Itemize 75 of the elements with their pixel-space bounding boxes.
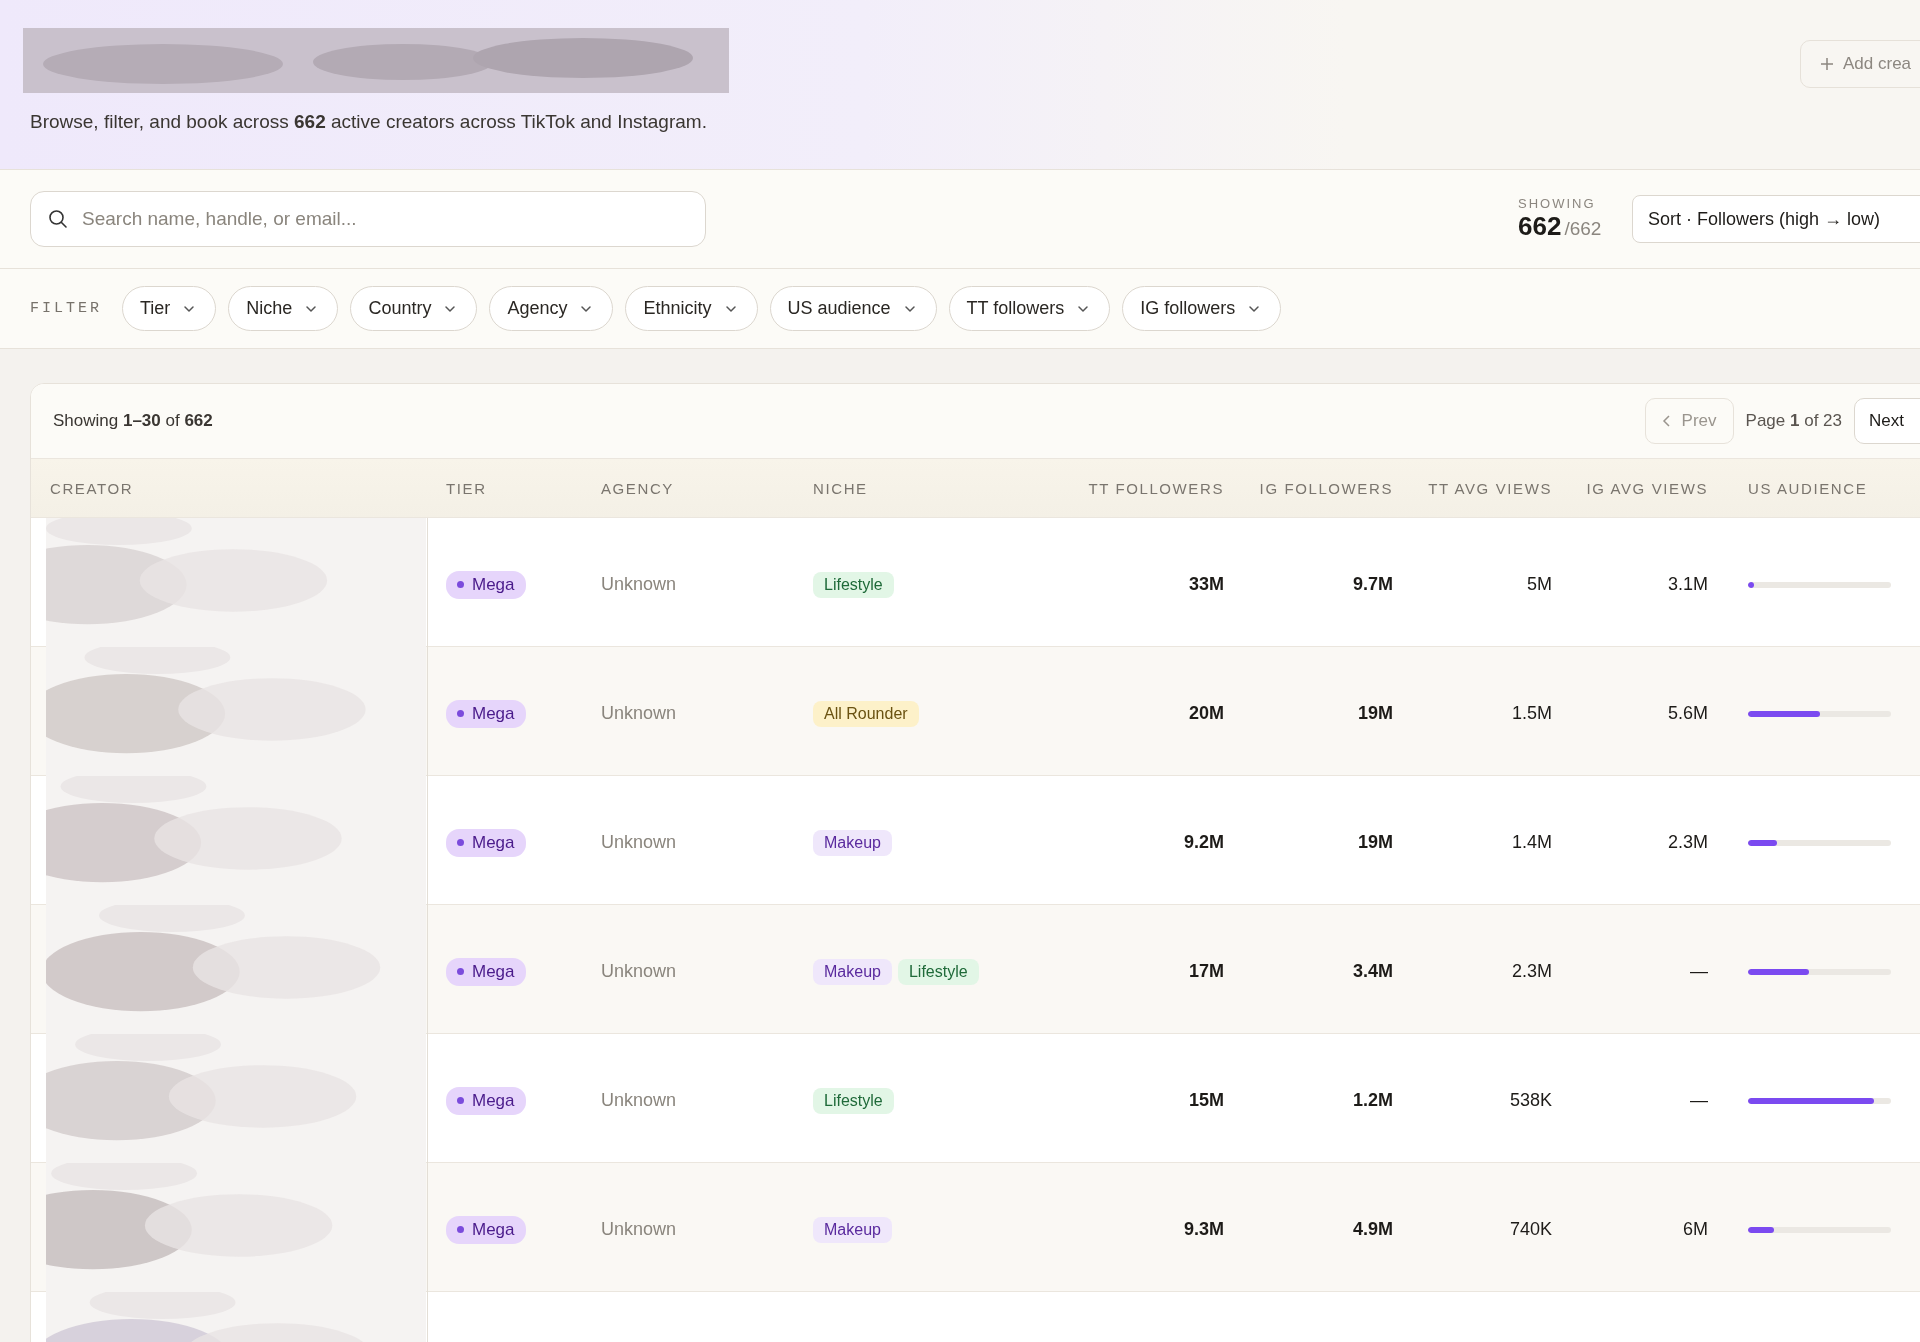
- showing-label: SHOWING: [1518, 196, 1597, 211]
- column-header[interactable]: CREATOR: [50, 479, 134, 497]
- plus-icon: [1819, 56, 1835, 72]
- column-header[interactable]: TIER: [446, 479, 487, 497]
- tier-badge: Mega: [446, 699, 526, 728]
- filter-chip[interactable]: IG followers: [1122, 286, 1282, 331]
- ig-followers-cell: 19M: [1358, 832, 1393, 853]
- niche-tag: Lifestyle: [897, 958, 979, 985]
- results-summary: Showing 1–30 of 662: [53, 411, 213, 431]
- column-header[interactable]: NICHE: [813, 479, 868, 497]
- niche-tag: Makeup: [813, 958, 892, 985]
- niche-tag: All Rounder: [813, 700, 919, 727]
- tt-followers-cell: 9.3M: [1183, 1219, 1224, 1240]
- agency-cell: Unknown: [601, 703, 677, 724]
- ig-avg-views-cell: 6M: [1683, 1219, 1708, 1240]
- tier-badge: Mega: [446, 957, 526, 986]
- tier-badge: Mega: [446, 1086, 526, 1115]
- tier-badge: Mega: [446, 1215, 526, 1244]
- agency-cell: Unknown: [601, 574, 677, 595]
- column-header[interactable]: TT AVG VIEWS: [1428, 479, 1552, 497]
- tt-avg-views-cell: 538K: [1509, 1090, 1552, 1111]
- prev-button[interactable]: Prev: [1644, 398, 1734, 444]
- sort-dropdown[interactable]: Sort · Followers (high → low): [1632, 195, 1920, 243]
- ig-followers-cell: 4.9M: [1352, 1219, 1393, 1240]
- tier-badge: Mega: [446, 828, 526, 857]
- column-header[interactable]: TT FOLLOWERS: [1088, 479, 1224, 497]
- tt-followers-cell: 20M: [1189, 703, 1224, 724]
- tt-avg-views-cell: 1.5M: [1511, 703, 1552, 724]
- search-field[interactable]: Search name, handle, or email...: [30, 191, 706, 247]
- subtitle: Browse, filter, and book across 662 active creators across TikTok and Instagram.: [30, 111, 708, 133]
- tt-avg-views-cell: 740K: [1509, 1219, 1552, 1240]
- niche-tag: Makeup: [813, 1216, 892, 1243]
- showing-count: 662: [1518, 211, 1562, 241]
- next-button[interactable]: Next: [1854, 398, 1920, 444]
- filter-label: FILTER: [30, 300, 102, 317]
- niche-tag: Makeup: [813, 829, 892, 856]
- column-header[interactable]: AGENCY: [601, 479, 674, 497]
- agency-cell: Unknown: [601, 1219, 677, 1240]
- agency-cell: Unknown: [601, 1090, 677, 1111]
- column-header[interactable]: US AUDIENCE: [1748, 479, 1868, 497]
- tt-followers-cell: 17M: [1189, 961, 1224, 982]
- chevron-left-icon: [1661, 414, 1672, 428]
- add-creator-button[interactable]: Add crea: [1800, 40, 1920, 88]
- ig-avg-views-cell: 3.1M: [1667, 574, 1708, 595]
- filter-chip[interactable]: Country: [350, 286, 478, 331]
- filter-chip[interactable]: Tier: [122, 286, 217, 331]
- filter-chip[interactable]: Agency: [489, 286, 614, 331]
- tt-followers-cell: 9.2M: [1183, 832, 1224, 853]
- showing-total: /662: [1564, 218, 1602, 239]
- page-indicator: Page 1 of 23: [1745, 411, 1842, 431]
- filter-chip[interactable]: TT followers: [948, 286, 1111, 331]
- tier-badge: Mega: [446, 570, 526, 599]
- niche-tag: Lifestyle: [813, 571, 894, 598]
- tt-avg-views-cell: 1.4M: [1511, 832, 1552, 853]
- tt-avg-views-cell: 2.3M: [1511, 961, 1552, 982]
- search-icon: [48, 209, 68, 229]
- ig-avg-views-cell: 5.6M: [1667, 703, 1708, 724]
- ig-avg-views-cell: 2.3M: [1667, 832, 1708, 853]
- niche-tag: Lifestyle: [813, 1087, 894, 1114]
- tt-followers-cell: 15M: [1189, 1090, 1224, 1111]
- ig-followers-cell: 3.4M: [1352, 961, 1393, 982]
- filter-chip[interactable]: Ethnicity: [625, 286, 758, 331]
- column-header[interactable]: IG AVG VIEWS: [1586, 479, 1708, 497]
- ig-avg-views-cell: —: [1690, 1090, 1708, 1111]
- filter-chip[interactable]: Niche: [228, 286, 339, 331]
- ig-followers-cell: 1.2M: [1352, 1090, 1393, 1111]
- ig-followers-cell: 19M: [1358, 703, 1393, 724]
- filter-chip[interactable]: US audience: [769, 286, 937, 331]
- agency-cell: Unknown: [601, 961, 677, 982]
- column-header[interactable]: IG FOLLOWERS: [1259, 479, 1393, 497]
- agency-cell: Unknown: [601, 832, 677, 853]
- ig-avg-views-cell: —: [1690, 961, 1708, 982]
- tt-followers-cell: 33M: [1189, 574, 1224, 595]
- tt-avg-views-cell: 5M: [1527, 574, 1552, 595]
- ig-followers-cell: 9.7M: [1352, 574, 1393, 595]
